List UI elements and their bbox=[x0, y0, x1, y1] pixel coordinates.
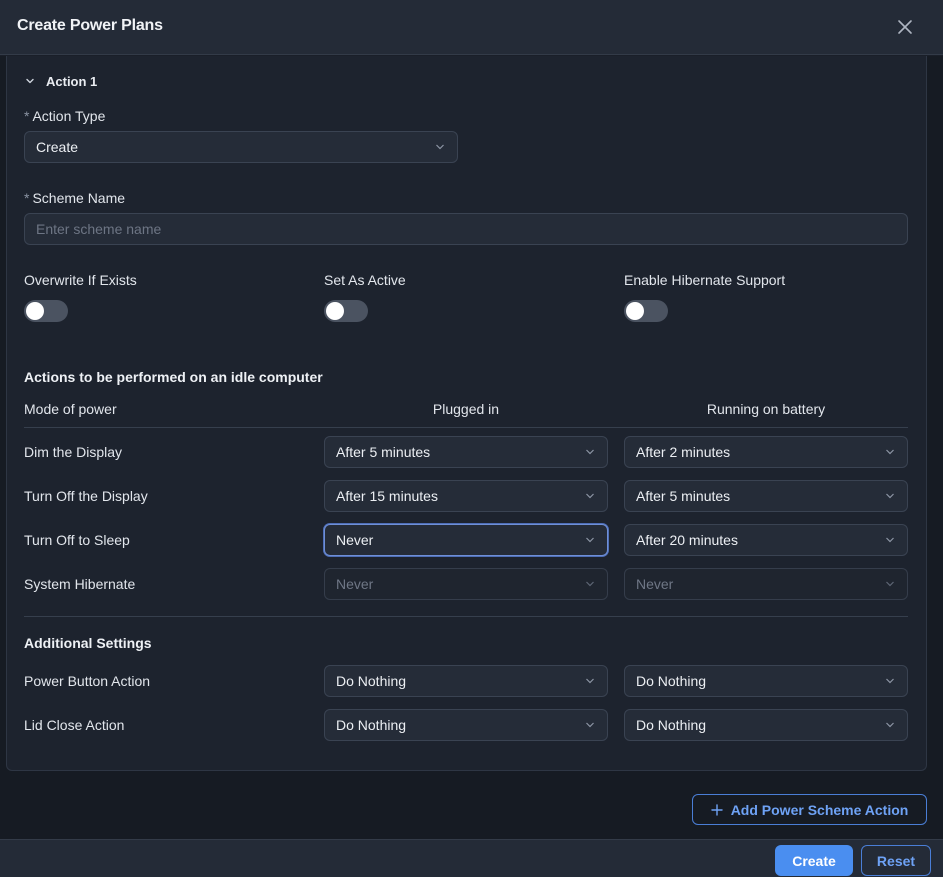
chevron-down-icon bbox=[586, 537, 594, 543]
action-type-label: * Action Type bbox=[24, 108, 106, 124]
col-plugged-header: Plugged in bbox=[432, 401, 500, 417]
power-button-action-label: Power Button Action bbox=[24, 673, 151, 689]
select-value: Never bbox=[636, 576, 674, 592]
toggle-knob bbox=[626, 302, 644, 320]
system-hibernate-plugged-select: Never bbox=[324, 568, 608, 600]
turn-off-sleep-plugged-select[interactable]: Never bbox=[324, 524, 608, 556]
required-mark: * bbox=[24, 108, 30, 124]
select-value: After 20 minutes bbox=[636, 532, 738, 548]
close-icon bbox=[898, 20, 912, 34]
action-collapse-header[interactable]: Action 1 bbox=[24, 73, 97, 89]
required-mark: * bbox=[24, 190, 30, 206]
chevron-down-icon bbox=[886, 493, 894, 499]
select-value: After 5 minutes bbox=[636, 488, 731, 504]
dim-display-label: Dim the Display bbox=[24, 444, 123, 460]
chevron-down-icon bbox=[886, 581, 894, 587]
idle-section-title: Actions to be performed on an idle compu… bbox=[24, 369, 323, 385]
power-button-battery-select[interactable]: Do Nothing bbox=[624, 665, 908, 697]
select-value: After 15 minutes bbox=[336, 488, 438, 504]
lid-close-action-label: Lid Close Action bbox=[24, 717, 125, 733]
select-value: After 5 minutes bbox=[336, 444, 431, 460]
chevron-down-icon bbox=[586, 449, 594, 455]
set-as-active-label: Set As Active bbox=[324, 272, 406, 288]
create-button[interactable]: Create bbox=[775, 845, 853, 876]
lid-close-plugged-select[interactable]: Do Nothing bbox=[324, 709, 608, 741]
chevron-down-icon bbox=[886, 678, 894, 684]
chevron-down-icon bbox=[586, 678, 594, 684]
action-title: Action 1 bbox=[46, 73, 98, 89]
turn-off-display-plugged-select[interactable]: After 15 minutes bbox=[324, 480, 608, 512]
chevron-down-icon bbox=[436, 144, 444, 150]
select-value: Do Nothing bbox=[336, 717, 407, 733]
set-as-active-toggle[interactable] bbox=[324, 300, 368, 322]
toggle-knob bbox=[26, 302, 44, 320]
system-hibernate-label: System Hibernate bbox=[24, 576, 136, 592]
scheme-name-input[interactable]: Enter scheme name bbox=[24, 213, 908, 245]
select-value: Never bbox=[336, 532, 374, 548]
close-button[interactable] bbox=[893, 15, 917, 39]
chevron-down-icon bbox=[886, 449, 894, 455]
add-power-scheme-action-button[interactable]: Add Power Scheme Action bbox=[692, 794, 927, 825]
system-hibernate-battery-select: Never bbox=[624, 568, 908, 600]
action-type-select[interactable]: Create bbox=[24, 131, 458, 163]
add-action-label: Add Power Scheme Action bbox=[730, 801, 909, 818]
scheme-name-placeholder: Enter scheme name bbox=[36, 221, 162, 237]
col-battery-header: Running on battery bbox=[706, 401, 826, 417]
toggle-knob bbox=[326, 302, 344, 320]
header-divider bbox=[24, 427, 908, 428]
turn-off-sleep-battery-select[interactable]: After 20 minutes bbox=[624, 524, 908, 556]
select-value: Do Nothing bbox=[636, 717, 707, 733]
dim-display-battery-select[interactable]: After 2 minutes bbox=[624, 436, 908, 468]
chevron-down-icon bbox=[586, 581, 594, 587]
dialog-title: Create Power Plans bbox=[17, 17, 163, 34]
enable-hibernate-toggle[interactable] bbox=[624, 300, 668, 322]
power-button-plugged-select[interactable]: Do Nothing bbox=[324, 665, 608, 697]
col-mode-header: Mode of power bbox=[24, 401, 117, 417]
dim-display-plugged-select[interactable]: After 5 minutes bbox=[324, 436, 608, 468]
action-type-value: Create bbox=[36, 139, 79, 155]
select-value: Do Nothing bbox=[636, 673, 707, 689]
overwrite-if-exists-label: Overwrite If Exists bbox=[24, 272, 137, 288]
select-value: Never bbox=[336, 576, 374, 592]
section-divider bbox=[24, 616, 908, 617]
turn-off-display-battery-select[interactable]: After 5 minutes bbox=[624, 480, 908, 512]
turn-off-display-label: Turn Off the Display bbox=[24, 488, 148, 504]
chevron-down-icon bbox=[886, 722, 894, 728]
reset-button[interactable]: Reset bbox=[861, 845, 931, 876]
chevron-down-icon bbox=[586, 493, 594, 499]
turn-off-sleep-label: Turn Off to Sleep bbox=[24, 532, 130, 548]
enable-hibernate-label: Enable Hibernate Support bbox=[624, 272, 786, 288]
chevron-down-icon bbox=[26, 78, 34, 84]
additional-settings-title: Additional Settings bbox=[24, 635, 152, 651]
select-value: After 2 minutes bbox=[636, 444, 731, 460]
scheme-name-label: * Scheme Name bbox=[24, 190, 126, 206]
lid-close-battery-select[interactable]: Do Nothing bbox=[624, 709, 908, 741]
overwrite-if-exists-toggle[interactable] bbox=[24, 300, 68, 322]
select-value: Do Nothing bbox=[336, 673, 407, 689]
chevron-down-icon bbox=[586, 722, 594, 728]
chevron-down-icon bbox=[886, 537, 894, 543]
plus-icon bbox=[710, 803, 723, 816]
dialog-header: Create Power Plans bbox=[0, 0, 943, 55]
